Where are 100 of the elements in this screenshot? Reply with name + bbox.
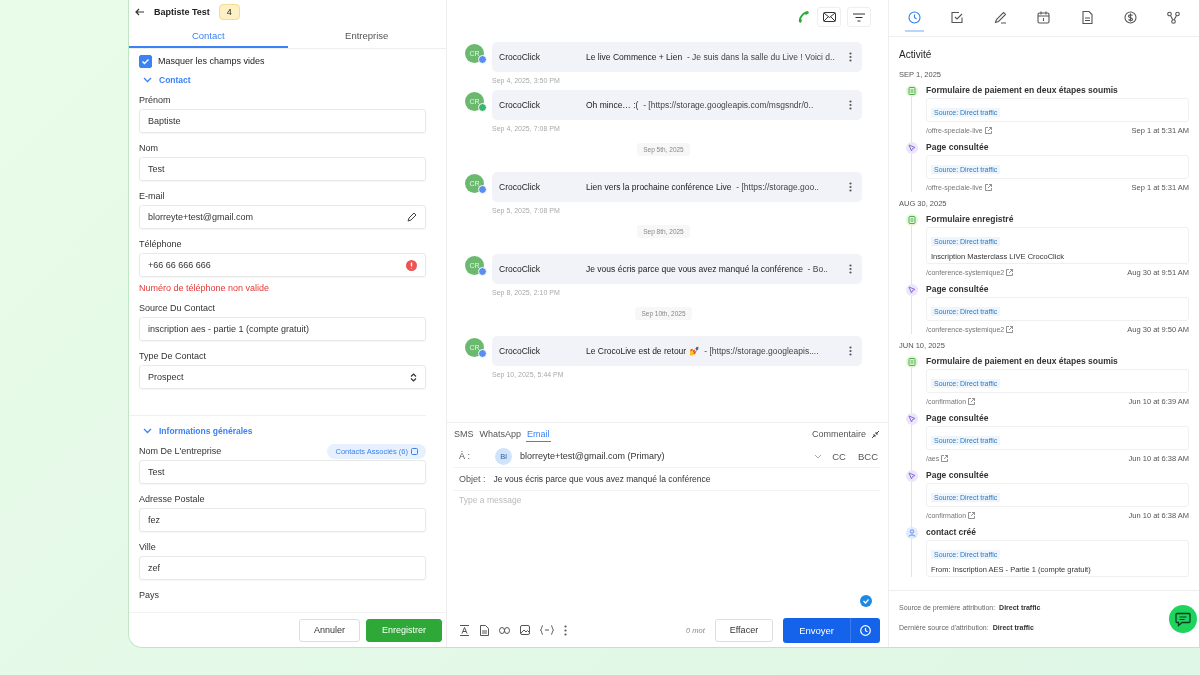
input-field[interactable]: Baptiste — [139, 109, 426, 133]
message-row[interactable]: CrocoClick Lien vers la prochaine conférence Live - [https://storage.goo.. — [492, 172, 862, 202]
field-label: Pays — [139, 590, 159, 600]
back-icon[interactable] — [135, 8, 145, 16]
chat-button[interactable] — [1169, 605, 1197, 633]
message-summary: Lien vers la prochaine conférence Live - [https://storage.goo.. — [586, 182, 820, 192]
envelope-icon — [822, 12, 836, 22]
field-label: Type De Contact — [139, 351, 207, 361]
chevron-icon[interactable] — [143, 428, 152, 434]
input-field[interactable]: +66 66 666 666 — [139, 253, 426, 277]
channel-tab[interactable]: WhatsApp — [478, 426, 523, 442]
documents-icon — [1080, 10, 1094, 24]
external-link-icon — [411, 447, 418, 455]
external-link-icon — [984, 127, 992, 134]
event-title: Page consultée — [926, 413, 990, 423]
cancel-button[interactable]: Annuler — [298, 618, 360, 642]
collapse-icon[interactable] — [871, 429, 880, 439]
input-field[interactable]: inscription aes - partie 1 (compte gratuit) — [139, 317, 426, 341]
input-field[interactable]: Prospect — [139, 365, 426, 389]
activity-title: Activité — [898, 48, 933, 62]
message-row[interactable]: CrocoClick Je vous écris parce que vous avez manqué la conférence - Bo.. — [492, 254, 862, 284]
document-icon[interactable] — [480, 624, 489, 636]
input-field[interactable]: Test — [139, 157, 426, 181]
more-icon[interactable] — [849, 52, 852, 62]
activity-icon — [908, 10, 922, 24]
sender-name: CrocoClick — [499, 100, 542, 110]
section-title[interactable]: Contact — [159, 75, 191, 85]
field-label: Prénom — [139, 95, 171, 105]
text-format-icon[interactable] — [459, 624, 470, 636]
event-title: contact créé — [926, 527, 978, 537]
send-button[interactable]: Envoyer — [783, 617, 850, 643]
more-icon[interactable] — [849, 100, 852, 110]
sender-name: CrocoClick — [499, 182, 542, 192]
event-title: Page consultée — [926, 284, 990, 294]
message-row[interactable]: CrocoClick Le live Commence + Lien - Je suis dans la salle du Live ! Voici d.. — [492, 42, 862, 72]
more-icon[interactable] — [849, 182, 852, 192]
payments-icon — [1123, 10, 1137, 24]
message-row[interactable]: CrocoClick Le CrocoLive est de retour 💅 - [https://storage.googleapis.... — [492, 336, 862, 366]
subject-label: Objet : — [459, 474, 486, 484]
subject-field[interactable]: Je vous écris parce que vous avez manqué la conférence — [493, 474, 711, 484]
sender-name: CrocoClick — [499, 52, 542, 62]
check-icon — [141, 56, 150, 66]
bcc-button[interactable]: BCC — [855, 450, 880, 462]
tab[interactable]: Contact — [129, 24, 288, 48]
field-label: Adresse Postale — [139, 494, 205, 504]
sender-name: CrocoClick — [499, 346, 542, 356]
input-field[interactable]: blorreyte+test@gmail.com — [139, 205, 426, 229]
checkbox-label: Masquer les champs vides — [158, 56, 265, 66]
schedule-button[interactable] — [850, 617, 880, 643]
sort-icon — [410, 372, 417, 382]
checkbox[interactable] — [139, 54, 152, 68]
chevron-icon[interactable] — [143, 77, 152, 83]
notes-icon — [994, 10, 1008, 24]
input-field[interactable]: Test — [139, 460, 426, 484]
calendar-icon — [1037, 10, 1051, 24]
filter-button[interactable] — [847, 7, 871, 27]
external-link-icon — [984, 184, 992, 191]
field-label: Source Du Contact — [139, 303, 216, 313]
channel-tab[interactable]: Email — [526, 426, 551, 442]
comment-tab[interactable]: Commentaire — [810, 426, 867, 442]
field-label: E-mail — [139, 191, 165, 201]
code-braces-icon[interactable] — [540, 625, 554, 635]
message-summary: Je vous écris parce que vous avez manqué la conférence - Bo.. — [586, 264, 829, 274]
cc-button[interactable]: CC — [830, 450, 848, 462]
more-icon[interactable] — [849, 264, 852, 274]
recipient-field[interactable]: blorreyte+test@gmail.com (Primary) — [520, 451, 807, 461]
input-field[interactable]: zef — [139, 556, 426, 580]
field-label: Téléphone — [139, 239, 182, 249]
event-title: Page consultée — [926, 470, 990, 480]
error-icon — [406, 259, 417, 271]
event-title: Formulaire de paiement en deux étapes soumis — [926, 85, 1119, 95]
link-icon[interactable] — [499, 626, 510, 634]
more-icon[interactable] — [564, 624, 567, 636]
channel-tab[interactable]: SMS — [453, 426, 475, 442]
workflows-icon — [1166, 10, 1180, 24]
count-badge: 4 — [218, 4, 240, 20]
message-summary: Le live Commence + Lien - Je suis dans la salle du Live ! Voici d.. — [586, 52, 836, 62]
to-label: À : — [459, 451, 471, 461]
tasks-icon — [951, 10, 965, 24]
phone-icon[interactable] — [797, 10, 811, 24]
external-link-icon — [941, 455, 949, 462]
external-link-icon — [1006, 269, 1014, 276]
chat-icon — [1175, 611, 1191, 627]
section-title[interactable]: Informations générales — [159, 426, 253, 436]
external-link-icon — [1006, 326, 1014, 333]
field-label: Nom De L'entreprise — [139, 446, 222, 456]
input-field[interactable]: fez — [139, 508, 426, 532]
tab[interactable]: Entreprise — [287, 24, 446, 48]
contact-name: Baptiste Test — [154, 7, 210, 17]
image-icon[interactable] — [520, 625, 530, 635]
message-row[interactable]: CrocoClick Oh mince… :( - [https://storage.googleapis.com/msgsndr/0.. — [492, 90, 862, 120]
email-button[interactable] — [817, 7, 841, 27]
pencil-icon[interactable] — [407, 212, 417, 222]
clock-icon — [860, 624, 871, 636]
more-icon[interactable] — [849, 346, 852, 356]
field-label: Ville — [139, 542, 156, 552]
event-title: Formulaire de paiement en deux étapes soumis — [926, 356, 1119, 366]
clear-button[interactable]: Effacer — [714, 618, 774, 642]
field-label: Nom — [139, 143, 158, 153]
external-link-icon — [968, 398, 976, 405]
